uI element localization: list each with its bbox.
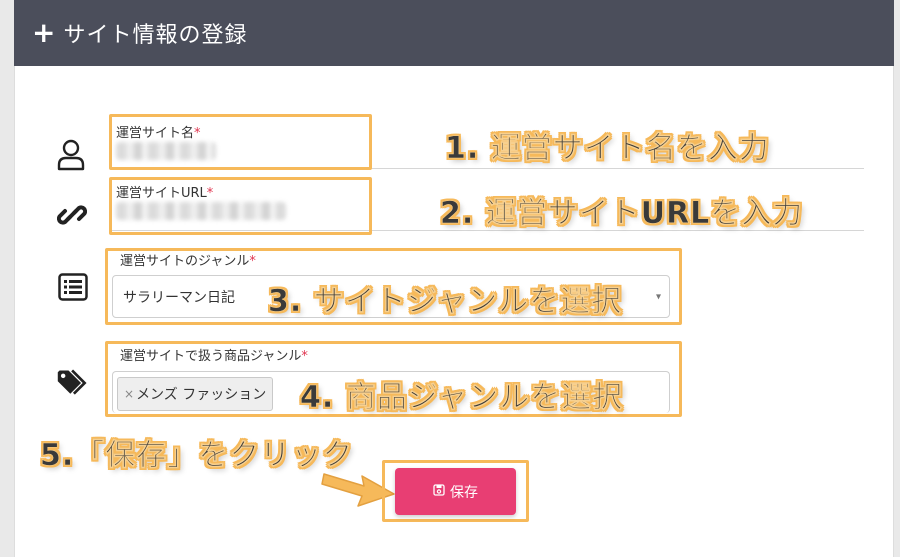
form-header: + サイト情報の登録 — [14, 0, 894, 66]
save-button-label: 保存 — [450, 484, 478, 501]
annotation-step-4: 4. 商品ジャンルを選択 — [300, 380, 624, 416]
save-button[interactable]: 保存 — [395, 468, 516, 515]
site-name-highlight[interactable] — [109, 114, 372, 170]
tags-icon — [56, 366, 90, 400]
site-url-highlight[interactable] — [109, 177, 372, 235]
save-icon — [433, 484, 445, 499]
annotation-step-1: 1. 運営サイト名を入力 — [445, 131, 770, 167]
user-icon — [54, 138, 88, 172]
list-icon — [56, 270, 90, 304]
link-icon — [55, 198, 89, 232]
form-title: サイト情報の登録 — [63, 23, 248, 48]
plus-icon: + — [32, 16, 56, 49]
annotation-step-3: 3. サイトジャンルを選択 — [268, 284, 623, 320]
annotation-step-2: 2. 運営サイトURLを入力 — [440, 196, 804, 232]
annotation-step-5: 5.「保存」をクリック — [40, 438, 354, 474]
